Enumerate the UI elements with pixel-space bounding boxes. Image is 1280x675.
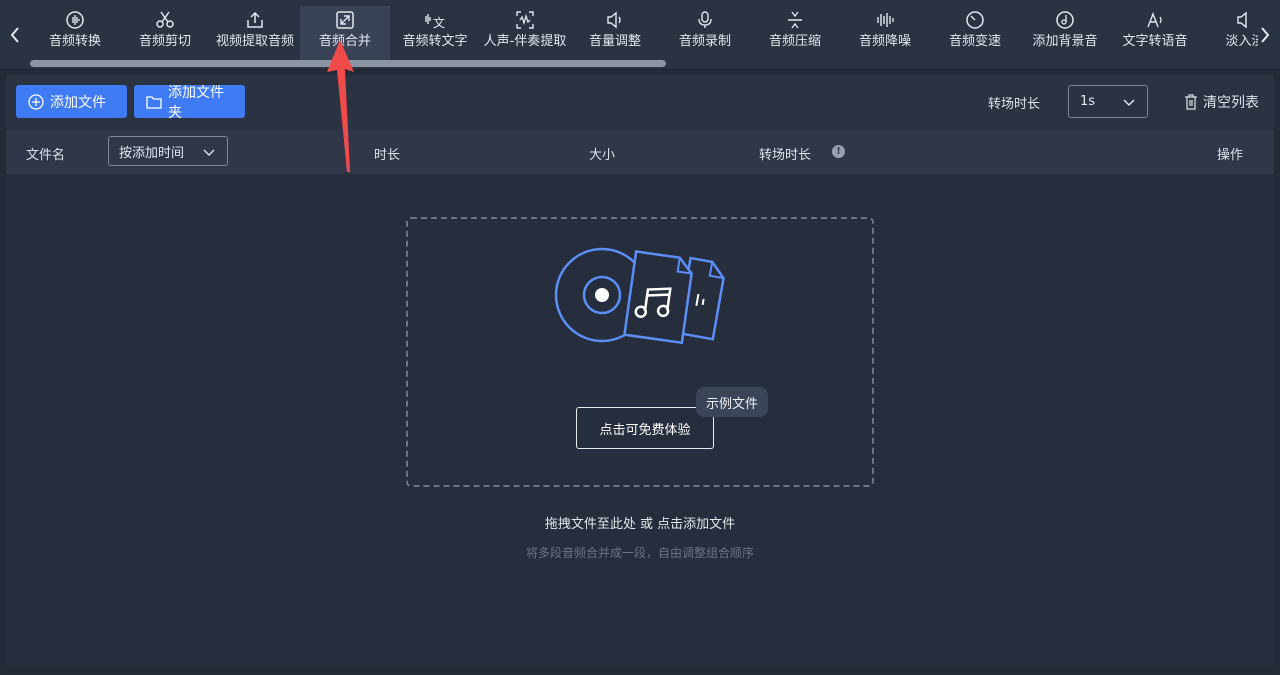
- scroll-left-icon[interactable]: [5, 22, 25, 48]
- chevron-down-icon: [203, 146, 215, 161]
- tool-label: 添加背景音: [1032, 34, 1098, 49]
- audio-convert-icon: [65, 6, 85, 34]
- vocal-extract-icon: [515, 6, 535, 34]
- column-action: 操作: [1217, 148, 1244, 163]
- tool-audio-convert[interactable]: 音频转换: [30, 6, 120, 60]
- add-file-label: 添加文件: [50, 94, 106, 111]
- scissors-icon: [155, 6, 175, 34]
- noise-reduce-icon: [875, 6, 895, 34]
- main-panel: 添加文件 添加文件夹 转场时长 1s 清空列表 文件名 按添加时间 时长 大小 …: [6, 75, 1274, 667]
- tool-label: 文字转语音: [1122, 34, 1188, 49]
- audio-files-illustration: [554, 247, 738, 351]
- tool-vocal-extract[interactable]: 人声-伴奏提取: [480, 6, 570, 60]
- tool-label: 音频变速: [948, 34, 1001, 49]
- add-file-button[interactable]: 添加文件: [16, 85, 127, 118]
- tool-audio-compress[interactable]: 音频压缩: [750, 6, 840, 60]
- tool-video-extract-audio[interactable]: 视频提取音频: [210, 6, 300, 60]
- free-trial-label: 点击可免费体验: [599, 422, 691, 438]
- speed-icon: [965, 6, 985, 34]
- drop-subhint: 将多段音频合并成一段，自由调整组合顺序: [525, 546, 754, 560]
- tool-text-to-speech[interactable]: 文字转语音: [1110, 6, 1200, 60]
- upload-icon: [245, 6, 265, 34]
- tool-label: 人声-伴奏提取: [483, 34, 567, 49]
- drop-zone[interactable]: 点击可免费体验 示例文件: [406, 217, 874, 487]
- feature-toolbar: 音频转换 音频剪切 视频提取音频 音频合并 文 音频转文字 人声-伴奏提取 音量…: [0, 0, 1280, 70]
- tool-audio-speed[interactable]: 音频变速: [930, 6, 1020, 60]
- tool-fade[interactable]: 淡入淡: [1200, 6, 1258, 60]
- file-list-empty-area: 点击可免费体验 示例文件 拖拽文件至此处 或 点击添加文件 将多段音频合并成一段…: [6, 174, 1274, 667]
- chevron-down-icon: [1123, 96, 1135, 111]
- transition-duration-label: 转场时长: [988, 97, 1041, 112]
- tool-label: 音量调整: [588, 34, 641, 49]
- add-folder-label: 添加文件夹: [168, 84, 224, 121]
- tool-label: 音频录制: [678, 34, 731, 49]
- svg-text:文: 文: [433, 15, 445, 30]
- volume-icon: [605, 6, 625, 34]
- tool-label: 淡入淡: [1225, 34, 1258, 49]
- sample-file-badge[interactable]: 示例文件: [696, 387, 769, 417]
- tool-audio-cut[interactable]: 音频剪切: [120, 6, 210, 60]
- tool-label: 音频压缩: [768, 34, 821, 49]
- table-header: 文件名 按添加时间 时长 大小 转场时长 ! 操作: [6, 130, 1274, 174]
- info-icon[interactable]: !: [832, 145, 845, 158]
- sort-select[interactable]: 按添加时间: [108, 136, 228, 166]
- tool-label: 音频转换: [48, 34, 101, 49]
- compress-icon: [785, 6, 805, 34]
- transition-duration-select[interactable]: 1s: [1068, 85, 1148, 118]
- sample-file-label: 示例文件: [706, 396, 759, 412]
- tool-list: 音频转换 音频剪切 视频提取音频 音频合并 文 音频转文字 人声-伴奏提取 音量…: [30, 6, 1258, 60]
- scroll-right-icon[interactable]: [1255, 22, 1275, 48]
- tool-add-background-music[interactable]: 添加背景音: [1020, 6, 1110, 60]
- tool-audio-record[interactable]: 音频录制: [660, 6, 750, 60]
- annotation-arrow-icon: [320, 38, 360, 178]
- transition-duration-value: 1s: [1080, 94, 1096, 109]
- tool-label: 音频降噪: [858, 34, 911, 49]
- tool-label: 视频提取音频: [215, 34, 294, 49]
- speech-to-text-icon: 文: [424, 6, 446, 34]
- tool-volume-adjust[interactable]: 音量调整: [570, 6, 660, 60]
- tool-noise-reduce[interactable]: 音频降噪: [840, 6, 930, 60]
- tool-label: 音频转文字: [402, 34, 468, 49]
- add-folder-button[interactable]: 添加文件夹: [134, 85, 245, 121]
- background-music-icon: [1055, 6, 1075, 34]
- trash-icon: [1184, 94, 1198, 110]
- tool-speech-to-text[interactable]: 文 音频转文字: [390, 6, 480, 60]
- merge-icon: [335, 6, 355, 34]
- sort-select-value: 按添加时间: [119, 145, 185, 161]
- drop-hint: 拖拽文件至此处 或 点击添加文件: [544, 517, 736, 532]
- folder-icon: [146, 94, 162, 110]
- column-transition: 转场时长: [759, 148, 812, 163]
- clear-list-label: 清空列表: [1203, 95, 1259, 111]
- column-size: 大小: [589, 148, 616, 163]
- plus-circle-icon: [28, 93, 44, 110]
- clear-list-button[interactable]: 清空列表: [1184, 92, 1259, 112]
- text-to-speech-icon: [1145, 6, 1165, 34]
- column-duration: 时长: [374, 148, 401, 163]
- microphone-icon: [695, 6, 715, 34]
- column-filename: 文件名: [26, 148, 66, 163]
- free-trial-button[interactable]: 点击可免费体验: [576, 407, 714, 449]
- tool-label: 音频剪切: [138, 34, 191, 49]
- fade-icon: [1235, 6, 1255, 34]
